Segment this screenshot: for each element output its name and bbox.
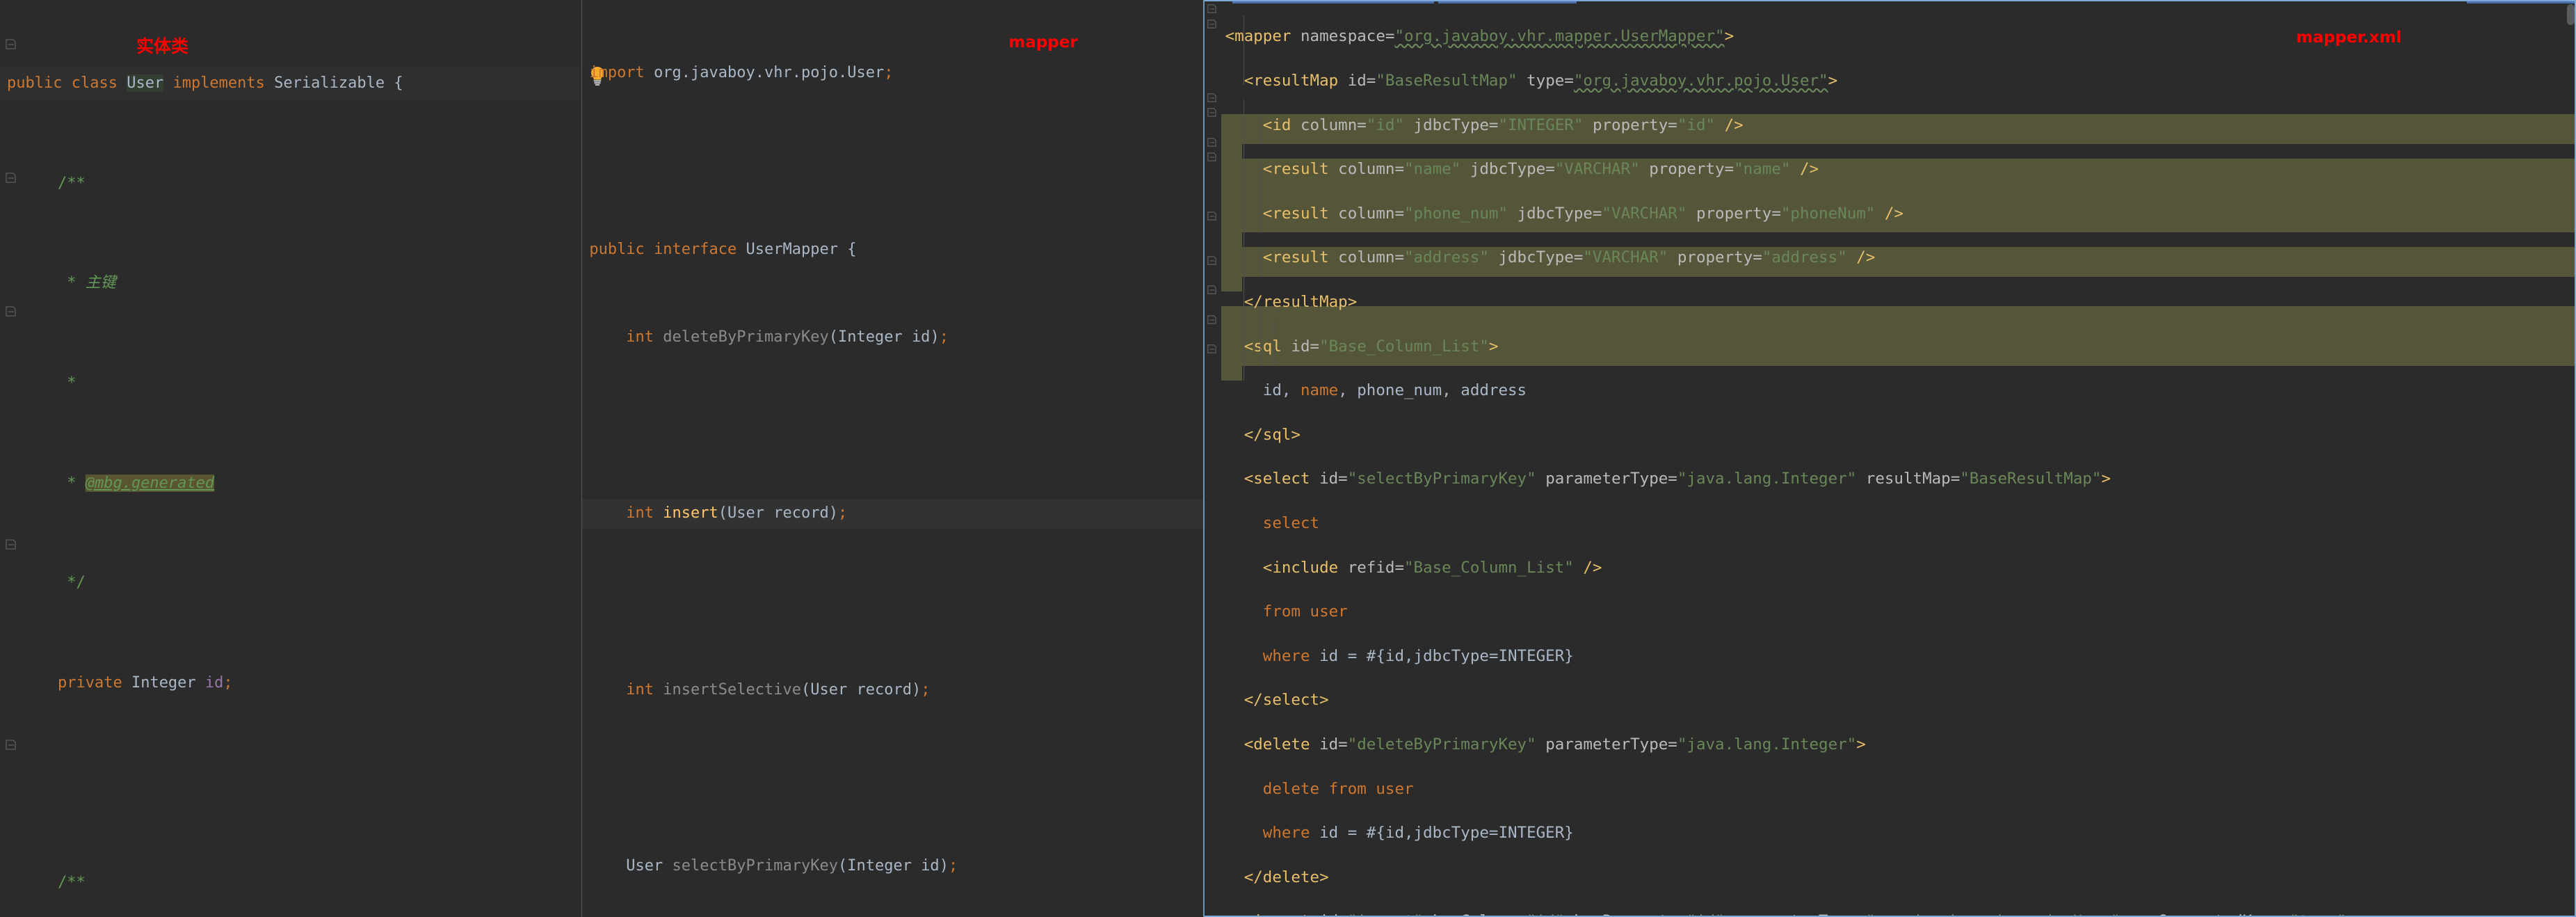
indent-guide bbox=[1259, 247, 1261, 277]
code-line[interactable]: private Integer id; bbox=[0, 667, 581, 700]
partial-selection-stripe bbox=[1204, 0, 2576, 3]
code-line[interactable]: </select> bbox=[1225, 692, 2576, 708]
code-line[interactable]: <select id="selectByPrimaryKey" paramete… bbox=[1225, 471, 2576, 487]
code-line[interactable]: * bbox=[0, 367, 581, 400]
indent-guide bbox=[1259, 114, 1261, 144]
code-content-usermapper-xml[interactable]: <mapper namespace="org.javaboy.vhr.mappe… bbox=[1205, 0, 2576, 917]
code-line[interactable]: <include refid="Base_Column_List" /> bbox=[1225, 558, 2576, 577]
code-line[interactable]: <delete id="deleteByPrimaryKey" paramete… bbox=[1225, 737, 2576, 753]
indent-guide bbox=[1259, 306, 1261, 366]
scrollbar-thumb[interactable] bbox=[2567, 4, 2575, 25]
code-line[interactable]: User selectByPrimaryKey(Integer id); bbox=[582, 852, 1202, 881]
code-line[interactable]: <id column="id" jdbcType="INTEGER" prope… bbox=[1225, 117, 2576, 133]
code-line[interactable]: <resultMap id="BaseResultMap" type="org.… bbox=[1225, 73, 2576, 89]
code-line[interactable]: <result column="phone_num" jdbcType="VAR… bbox=[1225, 206, 2576, 222]
indent-guide bbox=[1243, 99, 1244, 381]
ide-window: public class User implements Serializabl… bbox=[0, 0, 2576, 917]
code-line[interactable]: </resultMap> bbox=[1225, 294, 2576, 310]
code-line[interactable]: int deleteByPrimaryKey(Integer id); bbox=[582, 323, 1202, 352]
editor-pane-user-java[interactable]: public class User implements Serializabl… bbox=[0, 0, 582, 917]
code-line[interactable]: public interface UserMapper { bbox=[582, 235, 1202, 264]
code-line[interactable]: * 主键 bbox=[0, 266, 581, 300]
code-line[interactable]: </sql> bbox=[1225, 427, 2576, 443]
code-line[interactable]: </delete> bbox=[1225, 869, 2576, 885]
code-line[interactable]: from user bbox=[1225, 604, 2576, 620]
code-line[interactable] bbox=[582, 587, 1202, 616]
editor-pane-usermapper-java[interactable]: import org.javaboy.vhr.pojo.User; public… bbox=[582, 0, 1203, 917]
code-line[interactable]: <sql id="Base_Column_List"> bbox=[1225, 338, 2576, 354]
indent-guide bbox=[1273, 321, 1275, 335]
code-content-usermapper-java[interactable]: import org.javaboy.vhr.pojo.User; public… bbox=[582, 0, 1203, 917]
code-line[interactable]: <insert id="insert" keyColumn="id" keyPr… bbox=[1225, 914, 2576, 917]
code-line[interactable] bbox=[0, 767, 581, 800]
code-line[interactable] bbox=[582, 411, 1202, 440]
annotation-xml-label: mapper.xml bbox=[2296, 29, 2402, 47]
code-line[interactable]: delete from user bbox=[1225, 781, 2576, 797]
code-line[interactable]: import org.javaboy.vhr.pojo.User; bbox=[582, 58, 1202, 88]
code-line[interactable]: select bbox=[1225, 516, 2576, 532]
code-line[interactable]: /** bbox=[0, 167, 581, 200]
indent-guide bbox=[1273, 351, 1275, 365]
code-line[interactable]: where id = #{id,jdbcType=INTEGER} bbox=[1225, 648, 2576, 664]
code-line[interactable]: <result column="name" jdbcType="VARCHAR"… bbox=[1225, 161, 2576, 177]
code-line[interactable]: * @mbg.generated bbox=[0, 467, 581, 500]
annotation-entity-label: 实体类 bbox=[136, 36, 189, 56]
editor-pane-usermapper-xml[interactable]: <mapper namespace="org.javaboy.vhr.mappe… bbox=[1204, 0, 2576, 917]
code-line[interactable]: /** bbox=[0, 866, 581, 900]
indent-guide bbox=[1259, 159, 1261, 233]
code-line[interactable] bbox=[582, 763, 1202, 792]
code-line[interactable] bbox=[582, 147, 1202, 176]
code-line[interactable]: public class User implements Serializabl… bbox=[0, 66, 582, 100]
annotation-mapper-label: mapper bbox=[1008, 33, 1078, 51]
code-line[interactable]: where id = #{id,jdbcType=INTEGER} bbox=[1225, 825, 2576, 841]
code-line[interactable]: id, name, phone_num, address bbox=[1225, 383, 2576, 399]
code-line[interactable]: int insertSelective(User record); bbox=[582, 676, 1202, 705]
code-line[interactable]: */ bbox=[0, 566, 581, 600]
code-content-user-java[interactable]: public class User implements Serializabl… bbox=[0, 0, 582, 917]
indent-guide bbox=[1243, 15, 1244, 85]
code-line[interactable]: int insert(User record); bbox=[582, 499, 1203, 529]
code-line[interactable]: <result column="address" jdbcType="VARCH… bbox=[1225, 250, 2576, 266]
